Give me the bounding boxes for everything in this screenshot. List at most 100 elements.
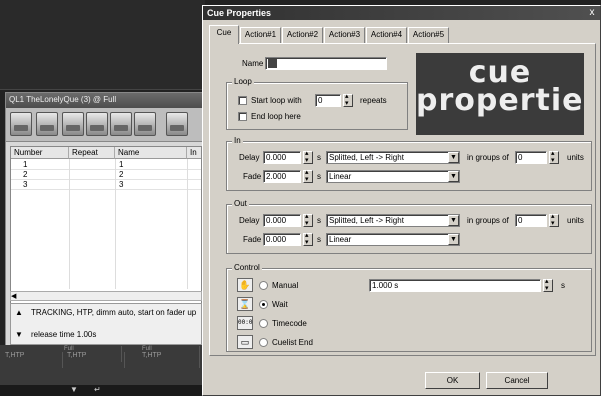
cue-name: 3: [119, 180, 124, 189]
end-loop-label: End loop here: [251, 112, 301, 121]
out-delay-spinner[interactable]: [303, 212, 313, 227]
scroll-up-icon[interactable]: ▲: [15, 308, 23, 317]
status-text: TRACKING, HTP, dimm auto, start on fader…: [31, 308, 197, 317]
in-groups-field[interactable]: 0: [515, 151, 547, 164]
cuelist-status-panel: ▲ TRACKING, HTP, dimm auto, start on fad…: [10, 303, 202, 345]
release-text: release time 1.00s: [31, 330, 97, 339]
cuelist-tool-button[interactable]: [10, 112, 32, 136]
in-delay-mode-select[interactable]: Splitted, Left -> Right ▼: [326, 151, 460, 164]
wait-radio[interactable]: [259, 300, 268, 309]
in-fade-unit: s: [317, 172, 321, 181]
chevron-down-icon[interactable]: ▼: [448, 215, 459, 226]
out-group-label: Out: [232, 199, 249, 208]
out-groups-field[interactable]: 0: [515, 214, 547, 227]
cue-number: 3: [23, 180, 28, 189]
tab-action-1[interactable]: Action#1: [240, 27, 281, 43]
in-fade-spinner[interactable]: [303, 168, 313, 183]
cue-number: 1: [23, 160, 28, 169]
close-icon[interactable]: x: [586, 7, 598, 19]
out-fade-unit: s: [317, 235, 321, 244]
logo-text-properties: properties: [416, 83, 584, 118]
out-fade-field[interactable]: 0.000: [263, 233, 301, 246]
cuelist-end-radio[interactable]: [259, 338, 268, 347]
cue-tab-panel: Name Loop Start loop with 0 repeats End …: [209, 43, 596, 356]
horizontal-scrollbar[interactable]: ◀: [10, 291, 202, 301]
tab-cue[interactable]: Cue: [209, 25, 239, 44]
timecode-icon: 00:0: [237, 316, 253, 330]
in-delay-unit: s: [317, 153, 321, 162]
strip-cell[interactable]: T,HTP: [3, 352, 63, 368]
strip-cell[interactable]: T,HTP: [65, 352, 125, 368]
in-groups-spinner[interactable]: [549, 149, 559, 164]
bottom-toolbar: ▼ ↵: [0, 385, 205, 396]
out-fade-mode-select[interactable]: Linear ▼: [326, 233, 460, 246]
tab-action-3[interactable]: Action#3: [324, 27, 365, 43]
column-header-number[interactable]: Number: [11, 147, 69, 159]
in-delay-field[interactable]: 0.000: [263, 151, 301, 164]
cuelist-tool-button[interactable]: [62, 112, 84, 136]
strip-cell[interactable]: T,HTP: [140, 352, 200, 368]
out-delay-mode-select[interactable]: Splitted, Left -> Right ▼: [326, 214, 460, 227]
dialog-title: Cue Properties: [203, 6, 600, 20]
out-delay-field[interactable]: 0.000: [263, 214, 301, 227]
cuelist-tool-button[interactable]: [110, 112, 132, 136]
chevron-down-icon[interactable]: ▼: [448, 171, 459, 182]
out-groups-label: in groups of: [467, 216, 509, 225]
out-fade-mode-value: Linear: [329, 235, 352, 244]
manual-time-spinner[interactable]: [543, 277, 553, 292]
manual-time-field[interactable]: 1.000 s: [369, 279, 541, 292]
cuelist-tool-button[interactable]: [166, 112, 188, 136]
start-loop-checkbox[interactable]: [238, 96, 247, 105]
loop-group-label: Loop: [232, 77, 254, 86]
tab-action-2[interactable]: Action#2: [282, 27, 323, 43]
cuelist-tool-button[interactable]: [36, 112, 58, 136]
column-header-in[interactable]: In: [187, 147, 201, 159]
background-top-panel: [0, 0, 205, 90]
tab-action-4[interactable]: Action#4: [366, 27, 407, 43]
manual-time-unit: s: [561, 281, 565, 290]
in-fade-mode-select[interactable]: Linear ▼: [326, 170, 460, 183]
table-row[interactable]: 1 1: [11, 160, 201, 170]
enter-icon[interactable]: ↵: [94, 385, 101, 394]
name-field[interactable]: [265, 57, 387, 70]
out-delay-mode-value: Splitted, Left -> Right: [329, 216, 404, 225]
cuelist-title: QL1 TheLonelyQue (3) @ Full: [6, 93, 206, 108]
chevron-down-icon[interactable]: ▼: [448, 152, 459, 163]
cuelist-toolbar: [6, 108, 206, 142]
cuelist-tool-button[interactable]: [86, 112, 108, 136]
chevron-down-icon[interactable]: ▼: [448, 234, 459, 245]
in-delay-mode-value: Splitted, Left -> Right: [329, 153, 404, 162]
control-group-label: Control: [232, 263, 262, 272]
cue-number: 2: [23, 170, 28, 179]
out-fade-spinner[interactable]: [303, 231, 313, 246]
tab-action-5[interactable]: Action#5: [408, 27, 449, 43]
scroll-down-icon[interactable]: ▼: [15, 330, 23, 339]
in-group-label: In: [232, 136, 243, 145]
name-label: Name: [242, 59, 264, 68]
in-fade-label: Fade: [243, 172, 262, 181]
cuelist-end-label: Cuelist End: [272, 338, 313, 347]
column-header-repeat[interactable]: Repeat: [69, 147, 115, 159]
dropdown-arrow-icon[interactable]: ▼: [70, 385, 78, 394]
table-row[interactable]: 3 3: [11, 180, 201, 190]
column-header-name[interactable]: Name: [115, 147, 187, 159]
in-fade-field[interactable]: 2.000: [263, 170, 301, 183]
manual-radio[interactable]: [259, 281, 268, 290]
end-loop-checkbox[interactable]: [238, 112, 247, 121]
out-groups-spinner[interactable]: [549, 212, 559, 227]
loop-repeats-spinner[interactable]: [343, 92, 353, 107]
in-delay-spinner[interactable]: [303, 149, 313, 164]
cuelist-window: QL1 TheLonelyQue (3) @ Full Number Repea…: [5, 92, 206, 368]
in-groups-label: in groups of: [467, 153, 509, 162]
cuelist-end-icon: ▭: [237, 335, 253, 349]
cancel-button[interactable]: Cancel: [486, 372, 548, 389]
manual-label: Manual: [272, 281, 299, 290]
cuelist-tool-button[interactable]: [134, 112, 156, 136]
hourglass-icon: ⌛: [237, 297, 253, 311]
ok-button[interactable]: OK: [425, 372, 480, 389]
timecode-label: Timecode: [272, 319, 307, 328]
loop-repeats-field[interactable]: 0: [315, 94, 341, 107]
timecode-radio[interactable]: [259, 319, 268, 328]
out-delay-unit: s: [317, 216, 321, 225]
table-row[interactable]: 2 2: [11, 170, 201, 180]
